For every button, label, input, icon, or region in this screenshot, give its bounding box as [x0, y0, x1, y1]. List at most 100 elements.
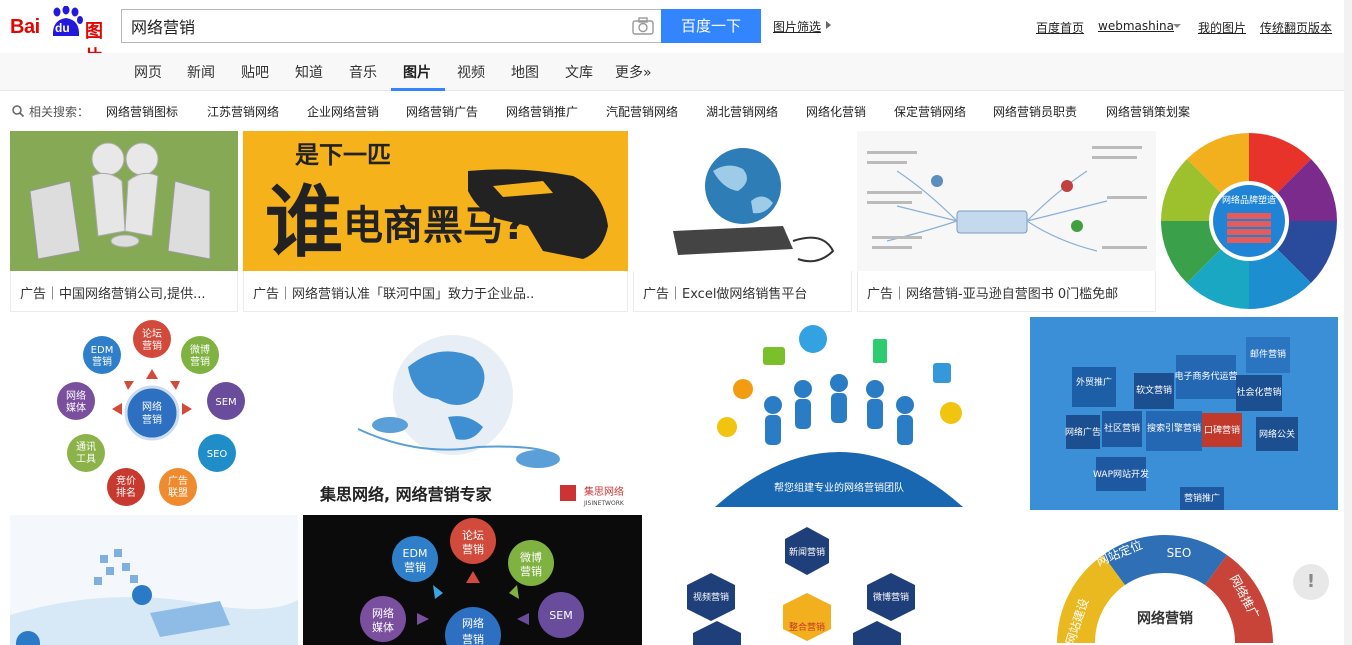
brand-wheel-image: 网络品牌塑造: [1161, 131, 1337, 312]
hex-label: 视频营销: [693, 591, 729, 603]
page-scrollbar[interactable]: [1344, 0, 1352, 645]
search-input[interactable]: [122, 10, 622, 42]
dark-node-label: 论坛: [462, 528, 484, 542]
cube-label: 邮件营销: [1250, 348, 1286, 360]
network-node-label: SEO: [207, 449, 228, 460]
related-item[interactable]: 网络营销推广: [506, 103, 578, 120]
handshake-figures-image: [10, 131, 238, 271]
network-node-label: 排名: [116, 486, 136, 499]
network-node-label: EDM: [91, 345, 114, 356]
related-item[interactable]: 保定营销网络: [894, 103, 966, 120]
network-node-label: 营销: [92, 355, 112, 368]
camera-icon[interactable]: [632, 17, 654, 35]
globe-logo-text: 集思网络: [584, 485, 624, 498]
tab-music[interactable]: 音乐: [349, 62, 377, 82]
globe-keyboard-image: [633, 131, 852, 271]
baidu-home-link[interactable]: 百度首页: [1036, 19, 1084, 36]
network-node-label: 论坛: [142, 327, 162, 340]
image-result-tile[interactable]: 外贸推广 软文营销 电子商务代运营 社会化营销 邮件营销 社区营销 搜索引擎营销…: [1030, 317, 1338, 510]
image-filter-link[interactable]: 图片筛选: [773, 18, 821, 35]
related-item[interactable]: 江苏营销网络: [207, 103, 279, 120]
feedback-icon[interactable]: !: [1293, 564, 1329, 600]
ad-result-tile[interactable]: 是下一匹 谁 电商黑马? 广告｜网络营销认准「联河中国」致力于企业品..: [243, 131, 628, 312]
image-result-tile[interactable]: 论坛 营销 EDM 营销 微博 营销 网络 媒体 SEM 网络 营销: [303, 515, 642, 645]
filter-arrow-icon: [826, 21, 831, 29]
chevron-down-icon[interactable]: [1173, 24, 1181, 28]
ad-headline-top: 是下一匹: [295, 141, 391, 169]
network-node-label: 竞价: [116, 474, 136, 487]
ad-caption[interactable]: 广告｜Excel做网络销售平台: [633, 271, 852, 312]
network-node-label: 营销: [142, 339, 162, 352]
network-node-label: 联盟: [168, 487, 188, 499]
cube-label: WAP网站开发: [1093, 468, 1149, 480]
related-item[interactable]: 网络化营销: [806, 103, 866, 120]
cube-label: 社区营销: [1104, 422, 1140, 434]
tab-tieba[interactable]: 贴吧: [241, 62, 269, 82]
ad-result-tile[interactable]: 广告｜中国网络营销公司,提供...: [10, 131, 238, 312]
network-node-label: 工具: [76, 453, 96, 465]
dark-node-label: 营销: [462, 632, 484, 645]
related-item[interactable]: 网络营销员职责: [993, 103, 1077, 120]
marketing-ring-image: 网站定位 SEO 网络推广 网站建设 网络营销: [992, 515, 1338, 645]
classic-version-link[interactable]: 传统翻页版本: [1260, 19, 1332, 36]
wheel-center-label: 网络品牌塑造: [1222, 194, 1276, 206]
related-item[interactable]: 企业网络营销: [307, 103, 379, 120]
globe-logo-subtext: JISINETWORK: [583, 500, 625, 507]
hex-label: 微博营销: [873, 591, 909, 603]
ad-caption[interactable]: 广告｜网络营销-亚马逊自营图书 0门槛免邮: [857, 271, 1156, 312]
mindmap-image: [857, 131, 1156, 271]
network-node-label: 网络: [142, 400, 162, 413]
network-node-label: 广告: [168, 474, 188, 487]
dark-node-label: 营销: [520, 564, 542, 578]
dark-node-label: 媒体: [372, 620, 394, 634]
ring-center-label: 网络营销: [1137, 610, 1193, 627]
my-images-link[interactable]: 我的图片: [1198, 19, 1246, 36]
tab-zhidao[interactable]: 知道: [295, 62, 323, 82]
cube-label: 外贸推广: [1076, 376, 1112, 388]
cube-label: 电子商务代运营: [1174, 370, 1237, 382]
tab-web[interactable]: 网页: [134, 62, 162, 82]
baidu-images-logo[interactable]: Bai du 图片: [10, 6, 114, 68]
image-result-tile[interactable]: 网站定位 SEO 网络推广 网站建设 网络营销: [992, 515, 1338, 645]
cube-label: 搜索引擎营销: [1147, 422, 1201, 434]
image-result-tile[interactable]: 帮您组建专业的网络营销团队: [653, 317, 1025, 510]
ad-result-tile[interactable]: 广告｜网络营销-亚马逊自营图书 0门槛免邮: [857, 131, 1156, 312]
globe-caption: 集思网络, 网络营销专家: [319, 485, 493, 504]
vertical-nav: 网页 新闻 贴吧 知道 音乐 图片 视频 地图 文库 更多»: [0, 53, 1352, 91]
image-result-tile[interactable]: 集思网络, 网络营销专家 集思网络 JISINETWORK: [298, 317, 648, 510]
image-result-tile[interactable]: [10, 515, 298, 645]
image-result-tile[interactable]: 新闻营销 视频营销 微博营销 整合营销: [647, 515, 987, 645]
tab-images[interactable]: 图片: [403, 62, 431, 82]
active-tab-indicator: [391, 88, 445, 91]
logo-du-text: du: [55, 21, 70, 35]
network-node-label: 营销: [190, 355, 210, 368]
network-node-label: 媒体: [66, 402, 86, 414]
related-item[interactable]: 网络营销广告: [406, 103, 478, 120]
search-button[interactable]: 百度一下: [661, 9, 761, 43]
tab-wenku[interactable]: 文库: [565, 62, 593, 82]
network-node-label: 通讯: [76, 441, 96, 453]
related-item[interactable]: 网络营销策划案: [1106, 103, 1190, 120]
ie-laptop-image: [10, 515, 298, 645]
dark-node-label: 营销: [404, 560, 426, 574]
image-result-tile[interactable]: 网络 营销 论坛 营销 微博 营销 SEM SEO 广告 联盟 竞价 排名 通讯…: [10, 317, 293, 510]
related-item[interactable]: 汽配营销网络: [606, 103, 678, 120]
related-item[interactable]: 网络营销图标: [106, 103, 178, 120]
related-searches: 相关搜索： 网络营销图标 江苏营销网络 企业网络营销 网络营销广告 网络营销推广…: [0, 92, 1352, 130]
tab-video[interactable]: 视频: [457, 62, 485, 82]
related-item[interactable]: 湖北营销网络: [706, 103, 778, 120]
network-node-label: 营销: [142, 413, 162, 426]
ad-caption[interactable]: 广告｜网络营销认准「联河中国」致力于企业品..: [243, 271, 628, 312]
ad-caption[interactable]: 广告｜中国网络营销公司,提供...: [10, 271, 238, 312]
dark-horse-ad-image: 是下一匹 谁 电商黑马?: [243, 131, 628, 271]
top-header: Bai du 图片 百度一下 图片筛选 百度首页 webmashina 我的图片…: [0, 0, 1352, 68]
ad-result-tile[interactable]: 广告｜Excel做网络销售平台: [633, 131, 852, 312]
network-node-label: 网络: [66, 389, 86, 402]
image-result-tile[interactable]: 网络品牌塑造: [1161, 131, 1337, 312]
hex-label: 新闻营销: [789, 546, 825, 558]
tab-map[interactable]: 地图: [511, 62, 539, 82]
user-menu[interactable]: webmashina: [1098, 19, 1174, 33]
ad-headline-big: 谁: [265, 178, 343, 268]
tab-more[interactable]: 更多»: [615, 62, 652, 82]
tab-news[interactable]: 新闻: [187, 62, 215, 82]
